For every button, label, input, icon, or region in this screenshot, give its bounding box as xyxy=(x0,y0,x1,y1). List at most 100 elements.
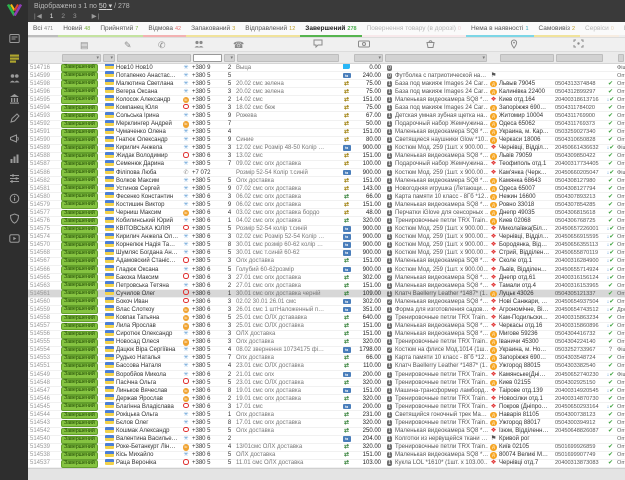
ok-source-icon[interactable] xyxy=(183,459,189,465)
ok-source-icon[interactable] xyxy=(183,403,189,409)
olx-star-icon[interactable]: ✳ xyxy=(183,372,188,378)
olx-star-icon[interactable]: ✳ xyxy=(183,452,188,458)
olx-star-icon[interactable]: ✳ xyxy=(183,420,188,426)
olx-star-icon[interactable]: ✳ xyxy=(183,186,188,192)
lc-source-icon[interactable]: lc xyxy=(183,339,190,346)
column-header-people-icon[interactable] xyxy=(194,39,204,51)
name-filter[interactable] xyxy=(117,54,191,62)
phone-filter[interactable] xyxy=(193,54,222,62)
olx-star-icon[interactable]: ✳ xyxy=(183,355,188,361)
ok-source-icon[interactable] xyxy=(183,289,189,295)
ok-source-icon[interactable] xyxy=(183,273,189,279)
olx-star-icon[interactable]: ✳ xyxy=(183,129,188,135)
first-page-button[interactable]: |◀ xyxy=(34,13,43,20)
olx-star-icon[interactable]: ✳ xyxy=(183,202,188,208)
lc-source-icon[interactable]: lc xyxy=(183,121,190,128)
olx-star-icon[interactable]: ✳ xyxy=(183,145,188,151)
sidebar-item-info-icon[interactable] xyxy=(6,190,22,206)
column-header-ring-phone-icon[interactable]: ✆ xyxy=(158,39,166,51)
status-tab[interactable]: Відмова42 xyxy=(143,22,186,37)
ok-source-icon[interactable] xyxy=(183,104,189,110)
lc-source-icon[interactable]: lc xyxy=(183,210,190,217)
ok-source-icon[interactable] xyxy=(183,298,189,304)
lc-source-icon[interactable]: lc xyxy=(183,323,190,330)
lc-source-icon[interactable]: lc xyxy=(183,97,190,104)
sidebar-item-customers-icon[interactable] xyxy=(6,70,22,86)
olx-star-icon[interactable]: ✳ xyxy=(183,194,188,200)
sidebar-item-dashboard-icon[interactable] xyxy=(6,30,22,46)
olx-star-icon[interactable]: ✳ xyxy=(183,137,188,143)
qty-filter[interactable]: ▾ xyxy=(224,54,235,62)
comment-filter[interactable] xyxy=(237,54,339,62)
status-tab[interactable]: Прийнятий7 xyxy=(95,22,143,37)
sidebar-item-bank-icon[interactable] xyxy=(6,90,22,106)
lc-source-icon[interactable]: lc xyxy=(183,307,190,314)
olx-star-icon[interactable]: ✳ xyxy=(183,81,188,87)
page-button[interactable]: 1 xyxy=(50,13,55,20)
sidebar-item-sliders-icon[interactable] xyxy=(6,170,22,186)
sidebar-item-hand-icon[interactable] xyxy=(6,110,22,126)
status-tab[interactable]: Нема в наявності1 xyxy=(466,22,534,37)
status-tab[interactable]: Відправлений12 xyxy=(240,22,300,37)
column-header-pencil-icon[interactable]: ✎ xyxy=(124,39,132,51)
product-filter[interactable]: ▾ xyxy=(385,54,487,62)
status-tab[interactable]: Сервіси0 xyxy=(580,22,619,37)
olx-star-icon[interactable]: ✳ xyxy=(183,89,188,95)
olx-star-icon[interactable]: ✳ xyxy=(183,283,188,289)
sidebar-item-shield-icon[interactable] xyxy=(6,210,22,226)
sidebar-item-video-icon[interactable] xyxy=(6,230,22,246)
olx-star-icon[interactable]: ✳ xyxy=(183,113,188,119)
ok-source-icon[interactable] xyxy=(183,152,189,158)
olx-star-icon[interactable]: ✳ xyxy=(183,178,188,184)
column-header-money-icon[interactable] xyxy=(358,39,370,51)
column-header-basket-icon[interactable] xyxy=(426,39,435,51)
column-header-scan-icon[interactable] xyxy=(573,39,584,51)
price-filter[interactable]: ▾ xyxy=(354,54,383,62)
lc-source-icon[interactable]: lc xyxy=(183,315,190,322)
tag-filter[interactable] xyxy=(618,54,624,62)
flag-filter[interactable]: ▾ xyxy=(103,54,115,62)
status-tab[interactable]: Самовивіз2 xyxy=(534,22,581,37)
column-header-pin-icon[interactable] xyxy=(510,39,518,52)
page-button[interactable]: 2 xyxy=(61,13,66,20)
status-tab[interactable]: В дорозі додому0 xyxy=(619,22,625,37)
city-filter[interactable] xyxy=(500,54,554,62)
page-button[interactable]: 3 xyxy=(73,13,78,20)
status-tab[interactable]: Новий48 xyxy=(58,22,95,37)
column-header-phone-icon[interactable]: ☎ xyxy=(233,39,244,51)
last-page-button[interactable]: ▶| xyxy=(92,13,101,20)
column-header-chat-icon[interactable] xyxy=(313,39,323,51)
app-logo-icon[interactable] xyxy=(6,3,23,22)
olx-star-icon[interactable]: ✳ xyxy=(183,250,188,256)
status-tab[interactable]: Повернення товару (в дорозі)0 xyxy=(362,22,466,37)
status-tab[interactable]: Запакований3 xyxy=(186,22,240,37)
status-tab[interactable]: Завершений278 xyxy=(300,22,361,37)
status-tab[interactable]: Всі471 xyxy=(28,22,58,37)
lc-source-icon[interactable]: lc xyxy=(183,444,190,451)
olx-star-icon[interactable]: ✳ xyxy=(183,218,188,224)
ttn-filter[interactable] xyxy=(556,54,603,62)
olx-star-icon[interactable]: ✳ xyxy=(183,436,188,442)
olx-star-icon[interactable]: ✳ xyxy=(183,267,188,273)
olx-star-icon[interactable]: ✳ xyxy=(183,363,188,369)
olx-star-icon[interactable]: ✳ xyxy=(183,331,188,337)
ok-source-icon[interactable] xyxy=(183,257,189,263)
column-header-form-icon[interactable]: ▤ xyxy=(80,39,89,51)
olx-star-icon[interactable]: ✳ xyxy=(183,347,188,353)
per-page-dropdown[interactable]: 50 ▾ xyxy=(99,3,112,10)
olx-star-icon[interactable]: ✳ xyxy=(183,73,188,79)
sidebar-item-stats-icon[interactable] xyxy=(6,150,22,166)
ok-source-icon[interactable] xyxy=(183,427,189,433)
order-row[interactable]: 514537ЗавершенийРаца Вероніка+380 5511.0… xyxy=(28,460,625,468)
ok-source-icon[interactable] xyxy=(183,225,189,231)
lc-source-icon[interactable]: lc xyxy=(183,388,190,395)
sidebar-item-megaphone-icon[interactable] xyxy=(6,130,22,146)
sidebar-item-orders-icon[interactable] xyxy=(6,50,22,66)
status-filter[interactable]: ▾ xyxy=(62,54,101,62)
lc-source-icon[interactable]: lc xyxy=(183,396,190,403)
ok-source-icon[interactable] xyxy=(183,378,189,384)
olx-star-icon[interactable]: ✳ xyxy=(183,412,188,418)
olx-star-icon[interactable]: ✳ xyxy=(183,242,188,248)
olx-star-icon[interactable]: ✳ xyxy=(183,234,188,240)
olx-star-icon[interactable]: ✳ xyxy=(183,65,188,71)
